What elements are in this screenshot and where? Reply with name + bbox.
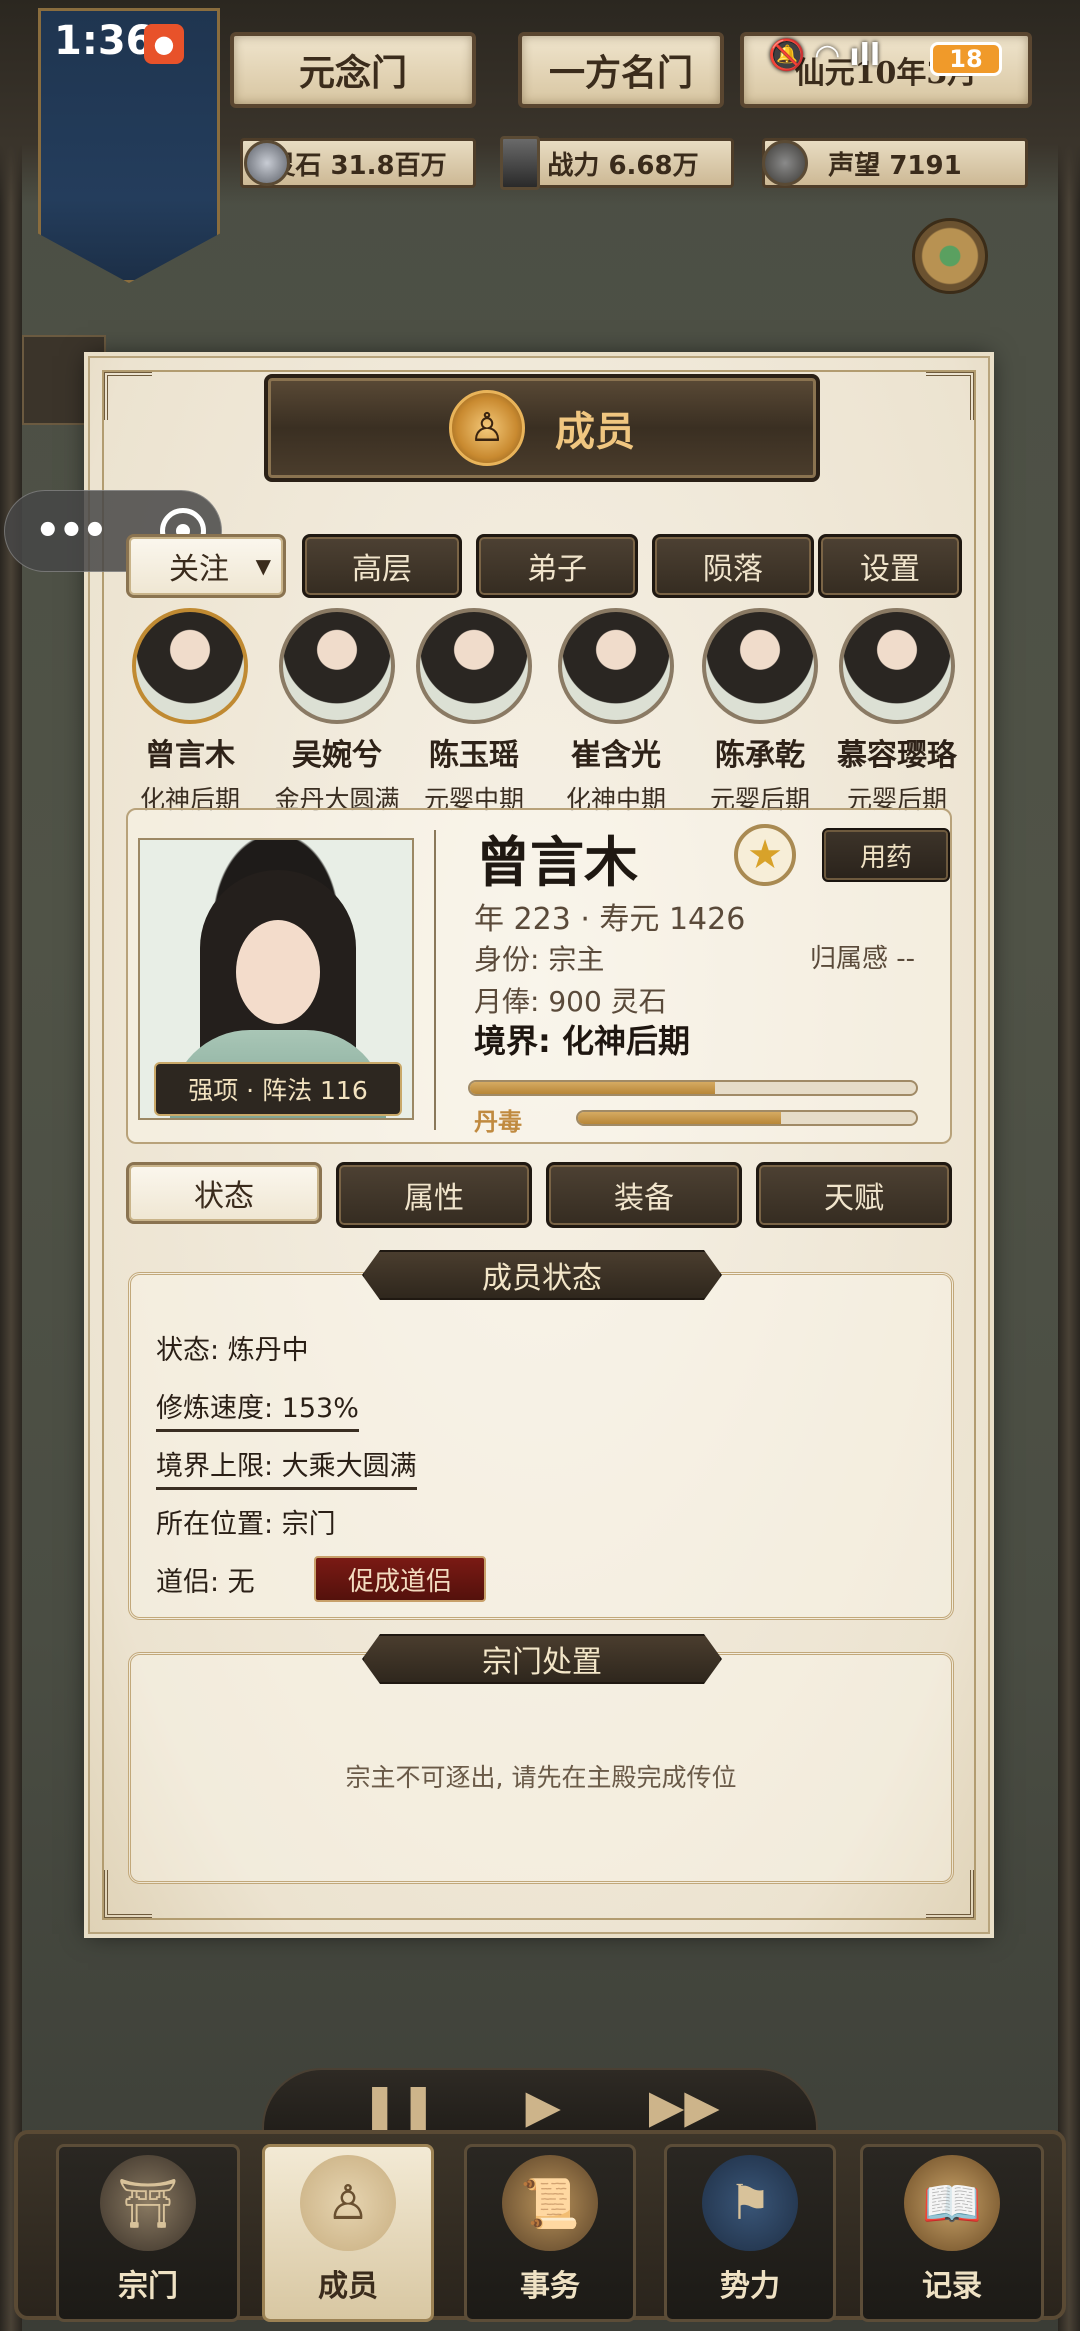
limit-row: 境界上限: 大乘大圆满 (156, 1444, 417, 1490)
member-card[interactable]: 吴婉兮 金丹大圆满 (262, 608, 412, 816)
member-avatar (558, 608, 674, 724)
right-frame (1058, 0, 1080, 2331)
member-avatar (839, 608, 955, 724)
favorite-star-icon[interactable]: ★ (734, 824, 796, 886)
member-card[interactable]: 崔含光 化神中期 (546, 608, 686, 816)
member-emblem-icon: ♙ (449, 390, 525, 466)
nav-members[interactable]: ♙ 成员 (262, 2144, 434, 2322)
use-medicine-button[interactable]: 用药 (822, 828, 950, 882)
member-name: 陈承乾 (715, 738, 805, 773)
tab-settings[interactable]: 设置 (818, 534, 962, 598)
play-icon[interactable]: ▶ (525, 2079, 560, 2133)
realm-line: 境界: 化神后期 (474, 1022, 690, 1060)
corner-ornament (926, 372, 974, 420)
cultivation-progress-bar (468, 1080, 918, 1096)
nav-label: 记录 (922, 2269, 982, 2304)
nav-records[interactable]: 📖 记录 (860, 2144, 1044, 2322)
member-card[interactable]: 慕容璎珞 元婴后期 (832, 608, 962, 816)
detail-tab-attributes[interactable]: 属性 (336, 1162, 532, 1228)
sword-icon (500, 136, 540, 190)
cultivation-progress-fill (470, 1082, 716, 1094)
panel-title-bar: ♙ 成员 (264, 374, 820, 482)
filter-dropdown[interactable]: 关注 ▼ (126, 534, 286, 598)
partner-row: 道侣: 无 (156, 1567, 255, 1598)
nav-sect[interactable]: ⛩ 宗门 (56, 2144, 240, 2322)
speed-row: 修炼速度: 153% (156, 1386, 359, 1432)
detail-tab-talent[interactable]: 天赋 (756, 1162, 952, 1228)
filter-label: 关注 (169, 552, 229, 587)
member-avatar (279, 608, 395, 724)
app-notification-icon: ● (144, 24, 184, 64)
member-name: 慕容璎珞 (837, 738, 957, 773)
sect-name-plaque[interactable]: 元念门 (230, 32, 476, 108)
tab-disciples[interactable]: 弟子 (476, 534, 638, 598)
poison-label: 丹毒 (474, 1108, 522, 1136)
status-time: 1:36 (54, 18, 154, 64)
battery-indicator: 18 (930, 42, 1002, 76)
panel-title: 成员 (555, 408, 635, 455)
member-card[interactable]: 曾言木 化神后期 (120, 608, 260, 816)
chevron-down-icon: ▼ (255, 554, 271, 578)
age-line: 年 223 · 寿元 1426 (474, 902, 746, 937)
tab-senior[interactable]: 高层 (302, 534, 462, 598)
nav-affairs[interactable]: 📜 事务 (464, 2144, 636, 2322)
member-icon: ♙ (300, 2155, 396, 2251)
status-icons: 🔕 ◠ ıll (768, 38, 881, 73)
dispose-section-title: 宗门处置 (362, 1634, 722, 1684)
poison-progress-fill (578, 1112, 781, 1124)
pause-icon[interactable]: ❚❚ (360, 2079, 437, 2133)
detail-tab-equipment[interactable]: 装备 (546, 1162, 742, 1228)
member-card[interactable]: 陈玉瑶 元婴中期 (404, 608, 544, 816)
member-name: 曾言木 (145, 738, 235, 773)
book-icon: 📖 (904, 2155, 1000, 2251)
detail-divider (434, 830, 436, 1130)
dispose-message: 宗主不可逐出, 请先在主殿完成传位 (345, 1763, 737, 1792)
member-name: 吴婉兮 (292, 738, 382, 773)
member-avatar (416, 608, 532, 724)
nav-label: 事务 (520, 2269, 580, 2304)
detail-name: 曾言木 (476, 830, 638, 894)
prestige-icon (762, 140, 808, 186)
scroll-icon: 📜 (502, 2155, 598, 2251)
status-section-title: 成员状态 (362, 1250, 722, 1300)
promote-partner-button[interactable]: 促成道侣 (314, 1556, 486, 1602)
belonging-line: 归属感 -- (810, 944, 916, 974)
fast-forward-icon[interactable]: ▶▶ (649, 2079, 720, 2133)
settings-gear-icon[interactable] (912, 218, 988, 294)
nav-label: 成员 (318, 2269, 378, 2304)
nav-label: 宗门 (118, 2269, 178, 2304)
member-avatar (132, 608, 248, 724)
member-portrait: 强项 · 阵法 116 (138, 838, 414, 1120)
nav-factions[interactable]: ⚑ 势力 (664, 2144, 836, 2322)
strength-badge: 强项 · 阵法 116 (154, 1062, 402, 1116)
member-avatar (702, 608, 818, 724)
left-frame (0, 0, 22, 2331)
state-row: 状态: 炼丹中 (156, 1335, 309, 1366)
pagoda-icon: ⛩ (100, 2155, 196, 2251)
detail-tab-status[interactable]: 状态 (126, 1162, 322, 1224)
more-icon[interactable]: ••• (35, 508, 108, 554)
poison-progress-bar (576, 1110, 918, 1126)
nav-label: 势力 (720, 2269, 780, 2304)
salary-line: 月俸: 900 灵石 (474, 985, 667, 1018)
member-name: 崔含光 (571, 738, 661, 773)
combat-power-counter[interactable]: 战力 6.68万 (512, 138, 734, 188)
sect-rank-plaque[interactable]: 一方名门 (518, 32, 724, 108)
spirit-stone-icon (244, 140, 290, 186)
identity-line: 身份: 宗主 (474, 943, 605, 976)
tab-fallen[interactable]: 陨落 (652, 534, 814, 598)
member-name: 陈玉瑶 (429, 738, 519, 773)
banner-icon: ⚑ (702, 2155, 798, 2251)
corner-ornament (104, 372, 152, 420)
portrait-face (236, 920, 320, 1024)
location-row: 所在位置: 宗门 (156, 1509, 336, 1540)
member-card[interactable]: 陈承乾 元婴后期 (690, 608, 830, 816)
member-detail-card: 强项 · 阵法 116 曾言木 ★ 用药 年 223 · 寿元 1426 身份:… (126, 808, 952, 1144)
